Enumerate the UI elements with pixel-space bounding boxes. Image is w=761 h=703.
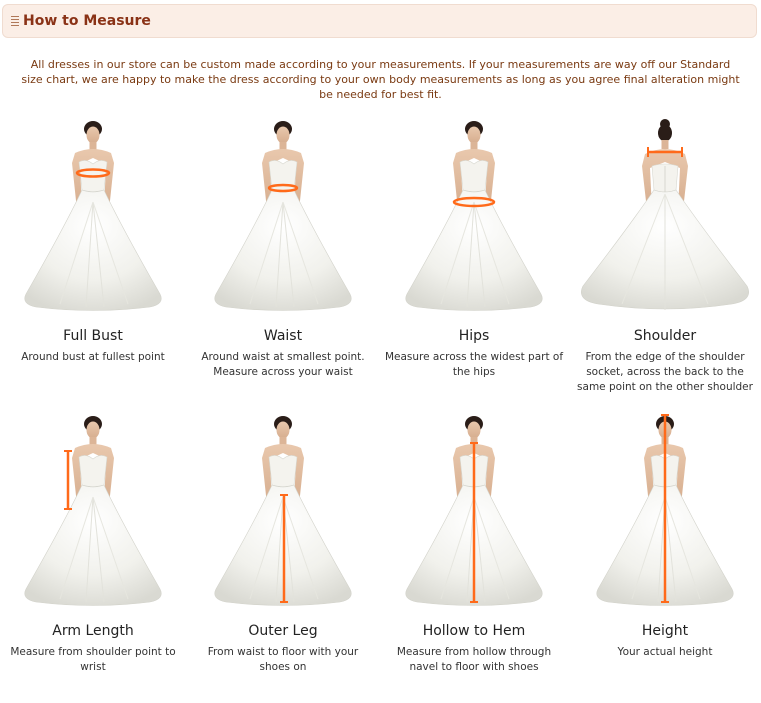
- measure-desc: Your actual height: [617, 646, 713, 658]
- measure-card-shoulder: Shoulder From the edge of the shoulder s…: [572, 118, 758, 408]
- intro-text: All dresses in our store can be custom m…: [21, 58, 740, 101]
- measure-card-waist: Waist Around waist at smallest point. Me…: [190, 118, 376, 408]
- measure-card-height: Height Your actual height: [572, 413, 758, 703]
- measure-card-arm-length: Arm Length Measure from shoulder point t…: [0, 413, 186, 703]
- measure-title: Full Bust: [63, 328, 123, 344]
- measure-title: Hips: [458, 328, 490, 344]
- page-title: How to Measure: [23, 13, 151, 29]
- measure-desc: Measure from hollow through navel to flo…: [396, 646, 552, 673]
- dress-figure: [190, 118, 376, 323]
- dress-figure: [572, 413, 758, 618]
- measure-card-hollow-to-hem: Hollow to Hem Measure from hollow throug…: [381, 413, 567, 703]
- measure-title: Arm Length: [52, 623, 134, 639]
- dress-figure: [0, 118, 186, 323]
- measure-desc: Measure from shoulder point to wrist: [10, 646, 176, 673]
- measure-title: Outer Leg: [248, 623, 318, 639]
- dress-figure: [381, 413, 567, 618]
- measure-title: Height: [641, 623, 689, 639]
- measure-desc: Around waist at smallest point. Measure …: [201, 351, 365, 378]
- dress-figure: [190, 413, 376, 618]
- grip-icon: [15, 16, 19, 28]
- dress-figure: [381, 118, 567, 323]
- section-header: How to Measure: [2, 4, 757, 38]
- dress-figure: [572, 118, 758, 323]
- measure-desc: From the edge of the shoulder socket, ac…: [577, 351, 753, 393]
- measure-title: Waist: [263, 328, 303, 344]
- measure-title: Shoulder: [633, 328, 697, 344]
- measure-title: Hollow to Hem: [422, 623, 526, 639]
- dress-figure: [0, 413, 186, 618]
- measure-card-full-bust: Full Bust Around bust at fullest point: [0, 118, 186, 408]
- measure-card-outer-leg: Outer Leg From waist to floor with your …: [190, 413, 376, 703]
- measure-desc: Measure across the widest part of the hi…: [384, 351, 564, 378]
- measure-card-hips: Hips Measure across the widest part of t…: [381, 118, 567, 408]
- measure-desc: From waist to floor with your shoes on: [207, 646, 359, 673]
- measure-desc: Around bust at fullest point: [21, 351, 165, 363]
